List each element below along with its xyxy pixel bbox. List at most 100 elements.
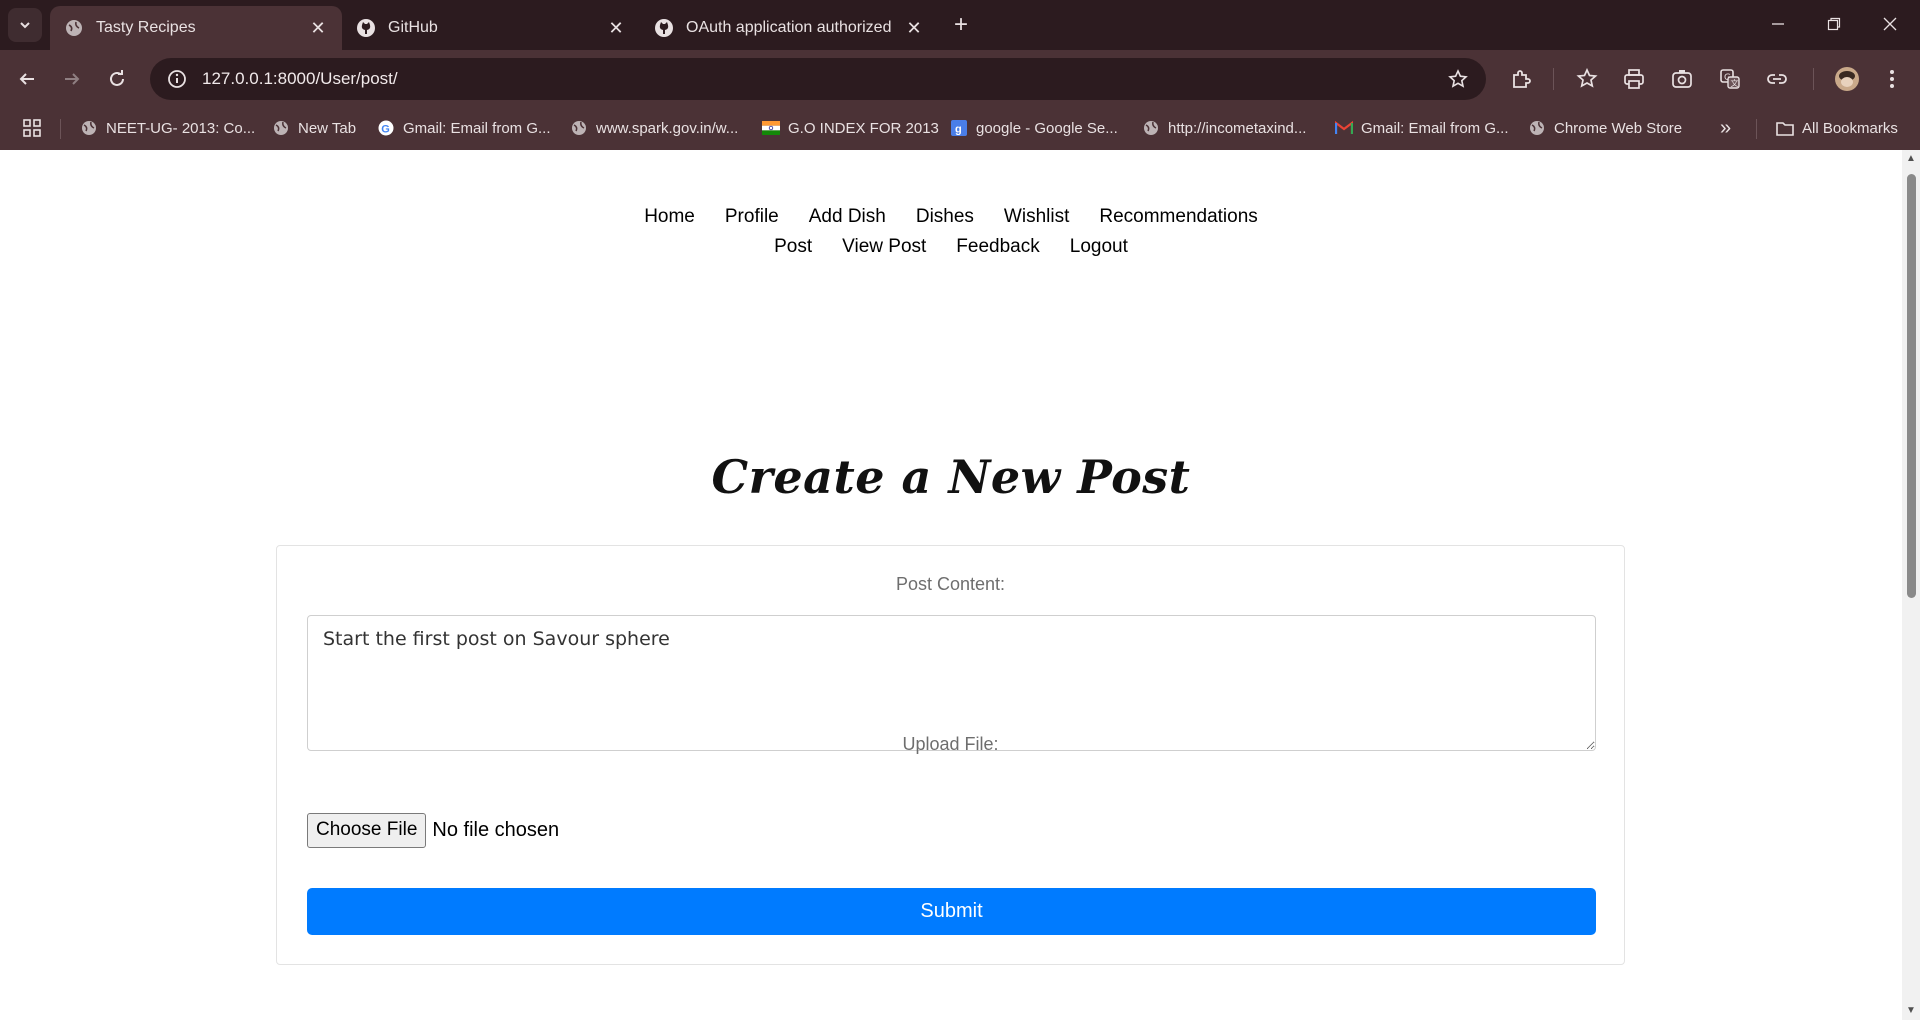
google-icon: G [377, 119, 395, 137]
choose-file-button[interactable]: Choose File [307, 812, 427, 848]
bookmark-item[interactable]: www.spark.gov.in/w... [570, 117, 738, 139]
folder-icon [1776, 119, 1794, 137]
bookmark-label: google - Google Se... [976, 119, 1118, 137]
toolbar-divider [1553, 68, 1554, 90]
tab-oauth[interactable]: OAuth application authorized ✕ [640, 6, 938, 50]
globe-icon [80, 119, 98, 137]
link-icon [1767, 74, 1787, 84]
nav-recommendations[interactable]: Recommendations [1099, 206, 1257, 228]
post-content-textarea[interactable]: Start the first post on Savour sphere [307, 615, 1596, 751]
submit-button[interactable]: Submit [307, 888, 1596, 935]
page-content: Home Profile Add Dish Dishes Wishlist Re… [0, 150, 1902, 1020]
bookmark-label: Gmail: Email from G... [403, 119, 551, 137]
bookmarks-divider [1756, 119, 1757, 139]
restore-icon [1827, 17, 1841, 31]
reload-button[interactable] [100, 62, 134, 96]
file-input: Choose File No file chosen [307, 812, 559, 848]
bookmark-item[interactable]: http://incometaxind... [1142, 117, 1306, 139]
camera-search-icon [1672, 70, 1692, 88]
translate-icon: G文 [1720, 69, 1740, 89]
nav-row: Post View Post Feedback Logout [0, 232, 1902, 262]
minimize-icon [1772, 23, 1784, 25]
file-status-text: No file chosen [432, 818, 560, 841]
bookmark-label: Chrome Web Store [1554, 119, 1683, 137]
page-scrollbar[interactable]: ▲ ▼ [1902, 150, 1920, 1020]
more-vertical-icon [1890, 70, 1894, 88]
bookmarks-divider [60, 119, 61, 139]
gmail-icon [1335, 119, 1353, 137]
new-tab-button[interactable]: + [948, 12, 974, 38]
bookmark-label: http://incometaxind... [1168, 119, 1307, 137]
print-button[interactable] [1617, 62, 1651, 96]
github-icon [654, 18, 674, 38]
nav-post[interactable]: Post [774, 236, 812, 258]
globe-icon [1142, 119, 1160, 137]
arrow-left-icon [19, 73, 34, 85]
printer-icon [1624, 69, 1644, 89]
main-nav: Home Profile Add Dish Dishes Wishlist Re… [0, 202, 1902, 262]
browser-menu-button[interactable] [1875, 62, 1909, 96]
share-link-button[interactable] [1760, 62, 1794, 96]
tab-tasty-recipes[interactable]: Tasty Recipes ✕ [50, 6, 342, 50]
nav-home[interactable]: Home [644, 206, 695, 228]
bookmark-item[interactable]: New Tab [272, 117, 356, 139]
tab-search-button[interactable] [8, 8, 42, 42]
bookmark-label: G.O INDEX FOR 2013 [788, 119, 939, 137]
scroll-thumb[interactable] [1907, 174, 1916, 598]
close-icon[interactable]: ✕ [308, 18, 328, 38]
upload-file-label: Upload File: [902, 734, 999, 754]
bookmark-item[interactable]: Chrome Web Store [1528, 117, 1682, 139]
puzzle-icon [1513, 70, 1531, 88]
toolbar-divider [1813, 68, 1814, 90]
bookmark-item[interactable]: G Gmail: Email from G... [377, 117, 551, 139]
bookmark-item[interactable]: g google - Google Se... [950, 117, 1118, 139]
profile-button[interactable] [1830, 62, 1864, 96]
globe-icon [64, 18, 84, 38]
svg-text:G: G [381, 124, 390, 136]
bookmark-item[interactable]: G.O INDEX FOR 2013 [762, 117, 939, 139]
minimize-button[interactable] [1758, 8, 1798, 40]
tab-strip: Tasty Recipes ✕ GitHub ✕ OAuth applicati… [0, 0, 1920, 50]
globe-icon [1528, 119, 1546, 137]
bookmarks-button[interactable] [1570, 62, 1604, 96]
lens-button[interactable] [1665, 62, 1699, 96]
close-icon [1883, 17, 1897, 31]
site-info-icon[interactable] [156, 58, 198, 100]
nav-logout[interactable]: Logout [1070, 236, 1128, 258]
bookmark-item[interactable]: Gmail: Email from G... [1335, 117, 1509, 139]
nav-row: Home Profile Add Dish Dishes Wishlist Re… [0, 202, 1902, 232]
page-title: Create a New Post [711, 450, 1191, 504]
bookmark-star-icon[interactable] [1438, 59, 1478, 99]
nav-dishes[interactable]: Dishes [916, 206, 974, 228]
bookmark-item[interactable]: NEET-UG- 2013: Co... [80, 117, 255, 139]
url-text: 127.0.0.1:8000/User/post/ [202, 69, 398, 88]
scroll-up-arrow-icon[interactable]: ▲ [1906, 154, 1916, 164]
avatar [1835, 67, 1859, 91]
nav-feedback[interactable]: Feedback [956, 236, 1039, 258]
extensions-button[interactable] [1504, 62, 1538, 96]
bookmarks-bar: NEET-UG- 2013: Co... New Tab G Gmail: Em… [0, 107, 1920, 150]
nav-profile[interactable]: Profile [725, 206, 779, 228]
nav-add-dish[interactable]: Add Dish [809, 206, 886, 228]
tab-title: Tasty Recipes [96, 19, 196, 36]
restore-button[interactable] [1814, 8, 1854, 40]
close-icon[interactable]: ✕ [606, 18, 626, 38]
globe-icon [570, 119, 588, 137]
back-button[interactable] [10, 62, 44, 96]
nav-view-post[interactable]: View Post [842, 236, 926, 258]
post-content-label: Post Content: [895, 574, 1006, 594]
all-bookmarks-button[interactable]: All Bookmarks [1776, 117, 1898, 139]
scroll-down-arrow-icon[interactable]: ▼ [1906, 1006, 1916, 1016]
bookmarks-overflow-button[interactable]: » [1720, 117, 1731, 139]
tab-github[interactable]: GitHub ✕ [342, 6, 640, 50]
reload-icon [110, 70, 124, 86]
forward-button[interactable] [55, 62, 89, 96]
globe-icon [272, 119, 290, 137]
address-bar[interactable]: 127.0.0.1:8000/User/post/ [150, 58, 1486, 100]
window-close-button[interactable] [1870, 8, 1910, 40]
translate-button[interactable]: G文 [1713, 62, 1747, 96]
nav-wishlist[interactable]: Wishlist [1004, 206, 1069, 228]
apps-button[interactable] [22, 117, 42, 139]
close-icon[interactable]: ✕ [904, 18, 924, 38]
apps-grid-icon [23, 119, 41, 137]
